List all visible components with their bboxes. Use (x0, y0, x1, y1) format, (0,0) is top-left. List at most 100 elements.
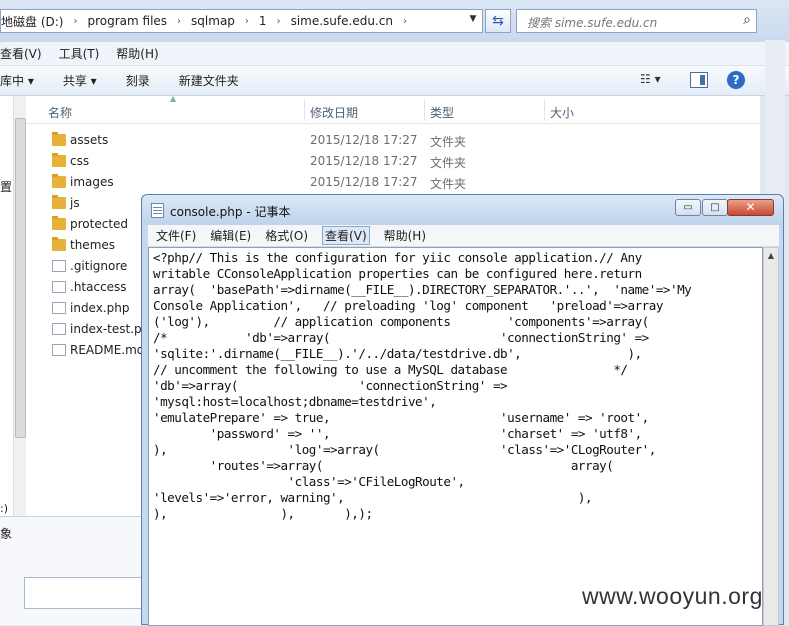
notepad-menu-item[interactable]: 文件(F) (156, 227, 196, 244)
notepad-vertical-scrollbar[interactable]: ▲ (763, 247, 779, 626)
column-divider[interactable] (544, 99, 545, 121)
breadcrumb-item[interactable]: 地磁盘 (D:) (1, 13, 63, 30)
column-name[interactable]: 名称 (48, 104, 72, 121)
file-name: themes (70, 238, 116, 252)
explorer-menu-item[interactable]: 查看(V) (0, 45, 42, 62)
file-date: 2015/12/18 17:27 (310, 133, 418, 147)
file-icon (52, 302, 66, 314)
code-line: 'levels'=>'error, warning', ), (153, 490, 593, 505)
breadcrumb-item[interactable]: program files (87, 14, 167, 28)
nav-scroll-thumb[interactable] (15, 118, 26, 438)
notepad-menu-item[interactable]: 帮助(H) (384, 227, 426, 244)
toolbar-button[interactable]: 库中 ▾ (0, 72, 34, 89)
code-line: 'routes'=>array( array( (153, 458, 614, 473)
breadcrumb-separator-icon[interactable]: › (73, 16, 77, 27)
column-type[interactable]: 类型 (430, 104, 454, 121)
file-icon (52, 344, 66, 356)
refresh-button[interactable]: ⇆ (485, 9, 511, 33)
view-options-icon[interactable]: ☷ ▾ (640, 72, 661, 86)
notepad-menu-bar: 文件(F) 编辑(E) 格式(O) 查看(V) 帮助(H) (148, 225, 779, 247)
notepad-menu-item[interactable]: 编辑(E) (210, 227, 251, 244)
breadcrumb-separator-icon[interactable]: › (177, 16, 181, 27)
code-line: 'mysql:host=localhost;dbname=testdrive', (153, 394, 437, 409)
folder-icon (52, 195, 66, 209)
file-type: 文件夹 (430, 135, 467, 149)
right-edge (765, 40, 785, 205)
folder-icon (52, 216, 66, 230)
search-icon[interactable]: ⌕ (743, 12, 751, 28)
file-name: .gitignore (70, 259, 128, 273)
explorer-menu-bar: 查看(V) 工具(T) 帮助(H) (0, 42, 789, 66)
notepad-title: console.php - 记事本 (170, 205, 291, 219)
preview-pane-icon[interactable] (690, 72, 708, 88)
column-date[interactable]: 修改日期 (310, 104, 358, 121)
toolbar-button[interactable]: 刻录 (126, 72, 150, 89)
code-line: array( 'basePath'=>dirname(__FILE__).DIR… (153, 282, 692, 297)
maximize-button[interactable]: □ (702, 199, 728, 216)
sort-arrow-icon: ▲ (170, 94, 177, 103)
file-name: css (70, 154, 90, 168)
breadcrumb-item[interactable]: sqlmap (191, 14, 235, 28)
file-name: README.md (70, 343, 145, 357)
watermark: www.wooyun.org (582, 583, 763, 609)
column-size[interactable]: 大小 (550, 104, 574, 121)
file-name: js (70, 196, 80, 210)
breadcrumb-separator-icon[interactable]: › (245, 16, 249, 27)
search-input[interactable]: 搜索 sime.sufe.edu.cn ⌕ (516, 9, 757, 33)
notepad-menu-item[interactable]: 查看(V) (322, 226, 370, 245)
file-icon (52, 281, 66, 293)
toolbar-button[interactable]: 新建文件夹 (179, 72, 239, 89)
breadcrumb-item[interactable]: 1 (259, 14, 267, 28)
nav-label: 置 (0, 180, 13, 194)
folder-icon (52, 153, 66, 167)
file-date: 2015/12/18 17:27 (310, 154, 418, 168)
scroll-up-icon[interactable]: ▲ (764, 248, 778, 264)
explorer-menu-item[interactable]: 工具(T) (59, 45, 100, 62)
close-button[interactable]: ✕ (727, 199, 774, 216)
notepad-window: console.php - 记事本 ▭ □ ✕ 文件(F) 编辑(E) 格式(O) 查… (141, 194, 784, 626)
code-line: ), ), ),); (153, 506, 373, 521)
notepad-titlebar[interactable]: console.php - 记事本 ▭ □ ✕ (142, 195, 783, 225)
details-pane: 象 (0, 516, 150, 625)
breadcrumb-separator-icon[interactable]: › (403, 16, 407, 27)
notepad-menu-item[interactable]: 格式(O) (265, 227, 308, 244)
code-line: 'class'=>'CFileLogRoute', (153, 474, 466, 489)
code-line: 'password' => '', 'charset' => 'utf8', (153, 426, 643, 441)
address-breadcrumb[interactable]: 地磁盘 (D:) › program files › sqlmap › 1 › sime.suf… (0, 9, 483, 33)
column-divider[interactable] (424, 99, 425, 121)
file-name: protected (70, 217, 129, 231)
folder-icon (52, 237, 66, 251)
file-name: images (70, 175, 114, 189)
file-name: index-test.ph (70, 322, 150, 336)
search-placeholder: 搜索 sime.sufe.edu.cn (527, 16, 658, 30)
explorer-menu-item[interactable]: 帮助(H) (116, 45, 158, 62)
nav-label: :) (0, 502, 8, 515)
minimize-icon: ▭ (683, 202, 693, 213)
file-type: 文件夹 (430, 156, 467, 170)
notepad-icon (151, 203, 164, 218)
column-header: 名称 ▲ 修改日期 类型 大小 (26, 94, 760, 124)
file-row[interactable]: css 2015/12/18 17:27 文件夹 (26, 151, 760, 172)
close-icon: ✕ (745, 200, 756, 214)
column-divider[interactable] (304, 99, 305, 121)
code-line: ('log'), // application components 'comp… (153, 314, 649, 329)
file-row[interactable]: images 2015/12/18 17:27 文件夹 (26, 172, 760, 193)
folder-icon (52, 132, 66, 146)
address-dropdown-icon[interactable]: ▼ (466, 14, 480, 28)
code-line: writable CConsoleApplication properties … (153, 266, 642, 281)
file-row[interactable]: assets 2015/12/18 17:27 文件夹 (26, 130, 760, 151)
code-line: /* 'db'=>array( 'connectionString' => (153, 330, 649, 345)
explorer-toolbar: 库中 ▾ 共享 ▾ 刻录 新建文件夹 (0, 66, 789, 96)
folder-icon (52, 174, 66, 188)
file-name: .htaccess (70, 280, 127, 294)
file-icon (52, 260, 66, 272)
maximize-icon: □ (710, 202, 720, 213)
notepad-text-area[interactable]: <?php// This is the configuration for yi… (148, 247, 763, 626)
toolbar-button[interactable]: 共享 ▾ (63, 72, 97, 89)
breadcrumb-item[interactable]: sime.sufe.edu.cn (291, 14, 393, 28)
code-line: // uncomment the following to use a MySQ… (153, 362, 628, 377)
file-icon (52, 323, 66, 335)
breadcrumb-separator-icon[interactable]: › (277, 16, 281, 27)
minimize-button[interactable]: ▭ (675, 199, 701, 216)
help-icon[interactable]: ? (727, 71, 745, 89)
